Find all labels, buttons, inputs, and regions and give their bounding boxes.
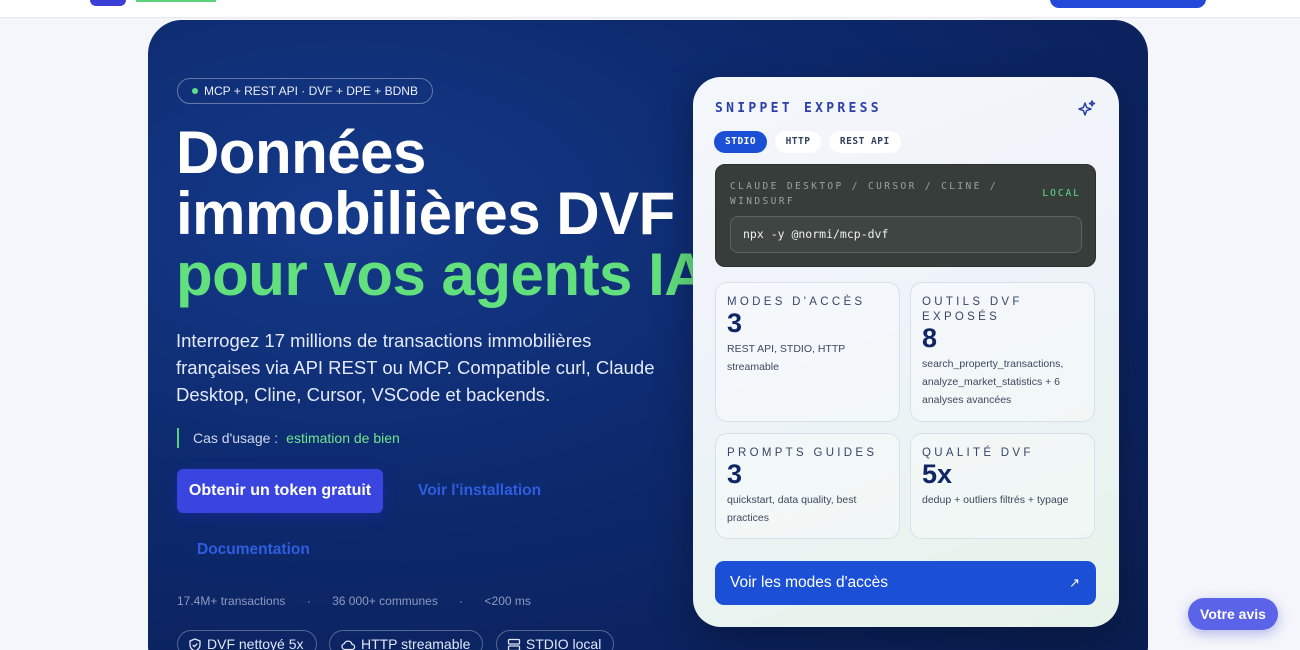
mode-badge: LOCAL xyxy=(1042,188,1081,199)
install-command[interactable]: npx -y @normi/mcp-dvf xyxy=(730,216,1082,253)
arrow-up-right-icon: ↗ xyxy=(1069,575,1080,590)
navbar-cta-button[interactable] xyxy=(1050,0,1206,8)
access-modes-button[interactable]: Voir les modes d'accès ↗ xyxy=(715,561,1096,605)
hero-title-line-1: Données xyxy=(176,119,426,186)
metric-desc: REST API, STDIO, HTTP streamable xyxy=(727,343,846,373)
documentation-link[interactable]: Documentation xyxy=(197,541,310,559)
use-case: Cas d'usage : estimation de bien xyxy=(177,428,400,448)
metric-desc: quickstart, data quality, best practices xyxy=(727,494,857,524)
snippet-tabs: STDIO HTTP REST API xyxy=(714,131,904,153)
stat-separator: · xyxy=(459,594,464,608)
tab-http[interactable]: HTTP xyxy=(774,131,822,153)
hero-title-line-2: immobilières DVF xyxy=(176,180,675,247)
hero-section: MCP + REST API · DVF + DPE + BDNB Donnée… xyxy=(148,20,1148,650)
supported-clients: CLAUDE DESKTOP / CURSOR / CLINE / WINDSU… xyxy=(730,181,998,207)
snippet-card: SNIPPET EXPRESS STDIO HTTP REST API CLAU… xyxy=(693,77,1119,627)
snippet-card-title: SNIPPET EXPRESS xyxy=(715,101,882,116)
hero-title-line-3: pour vos agents IA xyxy=(176,241,708,308)
stat-latency: <200 ms xyxy=(484,594,531,608)
feature-chips: DVF nettoyé 5x HTTP streamable STDIO loc… xyxy=(177,630,622,650)
metric-title: OUTILS DVF EXPOSÉS xyxy=(922,296,1023,323)
shield-check-icon xyxy=(189,638,201,650)
access-modes-button-label: Voir les modes d'accès xyxy=(730,574,889,591)
metric-desc: dedup + outliers filtrés + typage xyxy=(922,494,1069,506)
install-link[interactable]: Voir l'installation xyxy=(418,482,541,500)
hero-badge: MCP + REST API · DVF + DPE + BDNB xyxy=(177,78,433,104)
metric-dvf-quality: QUALITÉ DVF 5x dedup + outliers filtrés … xyxy=(910,433,1095,539)
metric-title: MODES D'ACCÈS xyxy=(727,296,866,308)
chip-label: HTTP streamable xyxy=(360,636,471,650)
metric-access-modes: MODES D'ACCÈS 3 REST API, STDIO, HTTP st… xyxy=(715,282,900,422)
tab-rest-api[interactable]: REST API xyxy=(828,131,901,153)
chip-dvf-cleaned: DVF nettoyé 5x xyxy=(177,630,317,650)
metric-dvf-tools: OUTILS DVF EXPOSÉS 8 search_property_tra… xyxy=(910,282,1095,422)
stat-transactions: 17.4M+ transactions xyxy=(177,594,286,608)
top-navbar xyxy=(0,0,1300,18)
status-dot-icon xyxy=(192,88,198,94)
sparkles-icon xyxy=(1078,100,1096,116)
cloud-icon xyxy=(341,640,356,650)
feedback-button[interactable]: Votre avis xyxy=(1188,598,1278,630)
metric-value: 3 xyxy=(727,459,743,489)
terminal-snippet: CLAUDE DESKTOP / CURSOR / CLINE / WINDSU… xyxy=(715,164,1096,267)
stat-communes: 36 000+ communes xyxy=(332,594,438,608)
chip-label: STDIO local xyxy=(525,636,602,650)
metric-title: PROMPTS GUIDES xyxy=(727,447,878,459)
metric-value: 8 xyxy=(922,323,938,353)
get-token-button[interactable]: Obtenir un token gratuit xyxy=(177,469,383,513)
metric-value: 5x xyxy=(922,459,953,489)
hero-lead: Interrogez 17 millions de transactions i… xyxy=(176,330,655,405)
stat-separator: · xyxy=(306,594,311,608)
chip-label: DVF nettoyé 5x xyxy=(207,636,304,650)
metric-value: 3 xyxy=(727,308,743,338)
hero-title: Données immobilières DVF pour vos agents… xyxy=(176,119,708,308)
tab-stdio[interactable]: STDIO xyxy=(714,131,768,153)
chip-http-streamable: HTTP streamable xyxy=(328,630,484,650)
metric-desc: search_property_transactions, analyze_ma… xyxy=(922,358,1064,406)
chip-stdio-local: STDIO local xyxy=(495,630,615,650)
hero-badge-label: MCP + REST API · DVF + DPE + BDNB xyxy=(204,84,418,98)
server-icon xyxy=(507,638,521,650)
metric-prompt-guides: PROMPTS GUIDES 3 quickstart, data qualit… xyxy=(715,433,900,539)
use-case-label: Cas d'usage : xyxy=(193,430,279,446)
stats-row: 17.4M+ transactions · 36 000+ communes ·… xyxy=(177,594,531,608)
active-nav-underline xyxy=(136,0,216,2)
logo[interactable] xyxy=(90,0,126,6)
use-case-value: estimation de bien xyxy=(286,430,400,446)
